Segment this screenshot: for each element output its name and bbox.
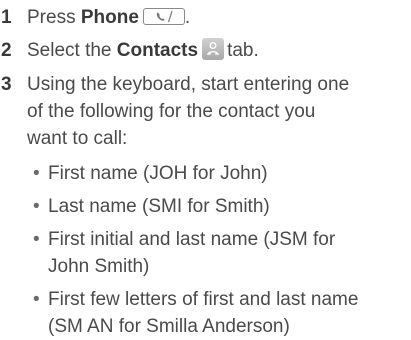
phone-icon xyxy=(142,8,185,25)
instructions-document: 1 Press Phone. 2 Select the Contacts tab.… xyxy=(0,0,411,337)
bullet-text-line: First initial and last name (JSM for xyxy=(48,229,336,250)
bullet-text-line: First few letters of first and last name xyxy=(48,289,359,310)
bullet-text-line: John Smith) xyxy=(48,256,150,277)
step-number: 1 xyxy=(1,7,12,28)
bullet-icon: • xyxy=(33,163,40,184)
step-text: Select the Contacts tab. xyxy=(27,37,259,64)
step-text-line: want to call: xyxy=(27,128,128,149)
step-number: 2 xyxy=(1,40,12,61)
step-text: Using the keyboard, start entering one o… xyxy=(27,71,349,152)
step-suffix: . xyxy=(184,7,191,28)
step-bold-label: Contacts xyxy=(116,40,199,61)
step-text-line: of the following for the contact you xyxy=(27,101,316,122)
step-prefix: Select the xyxy=(27,40,117,61)
step-number: 3 xyxy=(1,74,12,95)
step-suffix: tab. xyxy=(227,40,259,61)
bullet-text: First few letters of first and last name… xyxy=(48,286,358,340)
bullet-text-line: (SM AN for Smilla Anderson) xyxy=(48,316,290,337)
bullet-icon: • xyxy=(33,196,40,217)
bullet-icon: • xyxy=(33,229,40,250)
bullet-text: First initial and last name (JSM for Joh… xyxy=(48,226,335,280)
bullet-text: First name (JOH for John) xyxy=(48,163,268,184)
contacts-icon xyxy=(202,38,225,60)
bullet-text: Last name (SMI for Smith) xyxy=(48,196,270,217)
step-prefix: Press xyxy=(27,7,81,28)
bullet-icon: • xyxy=(33,289,40,310)
step-text-line: Using the keyboard, start entering one xyxy=(27,74,350,95)
step-text: Press Phone. xyxy=(27,4,190,31)
step-bold-label: Phone xyxy=(80,7,139,28)
